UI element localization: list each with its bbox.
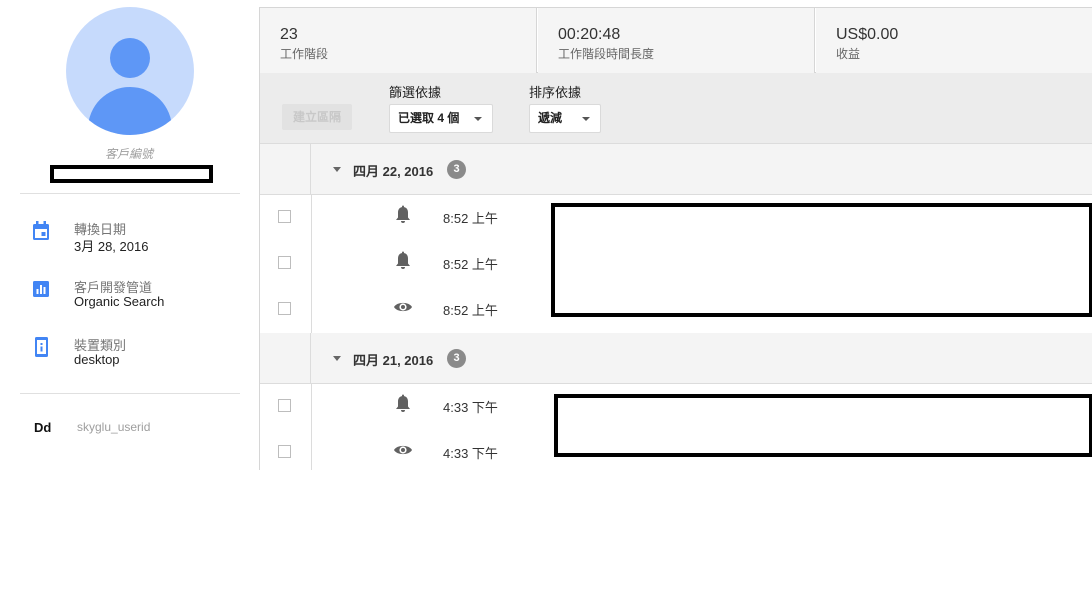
avatar [66, 7, 194, 135]
stat-sessions-value: 23 [280, 26, 298, 43]
device-category-row: 裝置類別 desktop [30, 335, 240, 375]
day-date: 四月 21, 2016 [353, 353, 434, 368]
conversion-date-row: 轉換日期 3月 28, 2016 [30, 219, 240, 259]
sort-dropdown[interactable]: 遞減 [529, 104, 601, 133]
redacted-event-details [551, 203, 1092, 317]
stat-sessions-label: 工作階段 [280, 47, 329, 61]
stat-revenue-value: US$0.00 [836, 26, 899, 43]
sort-label: 排序依據 [529, 85, 582, 100]
stat-session-duration-value: 00:20:48 [558, 26, 621, 43]
toolbar: 建立區隔 篩選依據 已選取 4 個 排序依據 遞減 [260, 73, 1092, 144]
filter-dropdown[interactable]: 已選取 4 個 [389, 104, 493, 133]
day-date: 四月 22, 2016 [353, 164, 434, 179]
client-profile-panel: 客戶編號 轉換日期 3月 28, 2016 客戶開發管道 Organic Sea… [0, 0, 258, 470]
day-header-gutter [260, 144, 311, 195]
client-id-label: 客戶編號 [104, 147, 153, 161]
conversion-date-value: 3月 28, 2016 [74, 239, 149, 254]
stat-sessions: 23 工作階段 [260, 8, 537, 73]
stats-bar: 23 工作階段 00:20:48 工作階段時間長度 US$0.00 收益 [260, 7, 1092, 73]
client-id-redacted-box [50, 165, 213, 183]
stat-session-duration: 00:20:48 工作階段時間長度 [538, 8, 815, 73]
day-header[interactable]: 四月 22, 2016 3 [260, 144, 1092, 195]
activity-panel: 23 工作階段 00:20:48 工作階段時間長度 US$0.00 收益 建立區… [259, 7, 1092, 470]
bell-icon [396, 251, 410, 269]
device-category-value: desktop [74, 352, 120, 367]
day-event-count-badge: 3 [447, 349, 466, 368]
avatar-head-shape [110, 38, 150, 78]
device-icon [35, 337, 48, 357]
event-time: 8:52 上午 [443, 211, 498, 226]
chevron-down-icon [582, 117, 590, 121]
dimension-badge: Dd [34, 420, 52, 435]
avatar-body-shape [88, 87, 172, 135]
chevron-down-icon [474, 117, 482, 121]
create-segment-button[interactable]: 建立區隔 [282, 104, 352, 130]
bar-chart-icon [33, 281, 49, 297]
filter-label: 篩選依據 [389, 85, 442, 100]
stat-session-duration-label: 工作階段時間長度 [558, 47, 655, 61]
bell-icon [396, 394, 410, 412]
event-time: 8:52 上午 [443, 257, 498, 272]
row-checkbox[interactable] [278, 302, 291, 315]
collapse-triangle-icon[interactable] [333, 356, 341, 361]
divider [20, 393, 240, 394]
collapse-triangle-icon[interactable] [333, 167, 341, 172]
redacted-event-details [554, 394, 1092, 457]
row-checkbox[interactable] [278, 210, 291, 223]
filter-dropdown-value: 已選取 4 個 [398, 111, 460, 125]
day-header-gutter [260, 333, 311, 384]
day-header[interactable]: 四月 21, 2016 3 [260, 333, 1092, 384]
row-checkbox[interactable] [278, 445, 291, 458]
dimension-name: skyglu_userid [77, 420, 151, 434]
sort-dropdown-value: 遞減 [538, 111, 563, 125]
event-time: 4:33 下午 [443, 400, 498, 415]
eye-icon [394, 445, 412, 455]
event-time: 4:33 下午 [443, 446, 498, 461]
row-checkbox[interactable] [278, 399, 291, 412]
day-event-count-badge: 3 [447, 160, 466, 179]
acquisition-channel-row: 客戶開發管道 Organic Search [30, 277, 240, 317]
eye-icon [394, 302, 412, 312]
bell-icon [396, 205, 410, 223]
stat-revenue-label: 收益 [836, 47, 861, 61]
divider [20, 193, 240, 194]
stat-revenue: US$0.00 收益 [816, 8, 1092, 73]
row-checkbox[interactable] [278, 256, 291, 269]
event-time: 8:52 上午 [443, 303, 498, 318]
acquisition-channel-value: Organic Search [74, 294, 165, 309]
calendar-icon [33, 221, 49, 240]
